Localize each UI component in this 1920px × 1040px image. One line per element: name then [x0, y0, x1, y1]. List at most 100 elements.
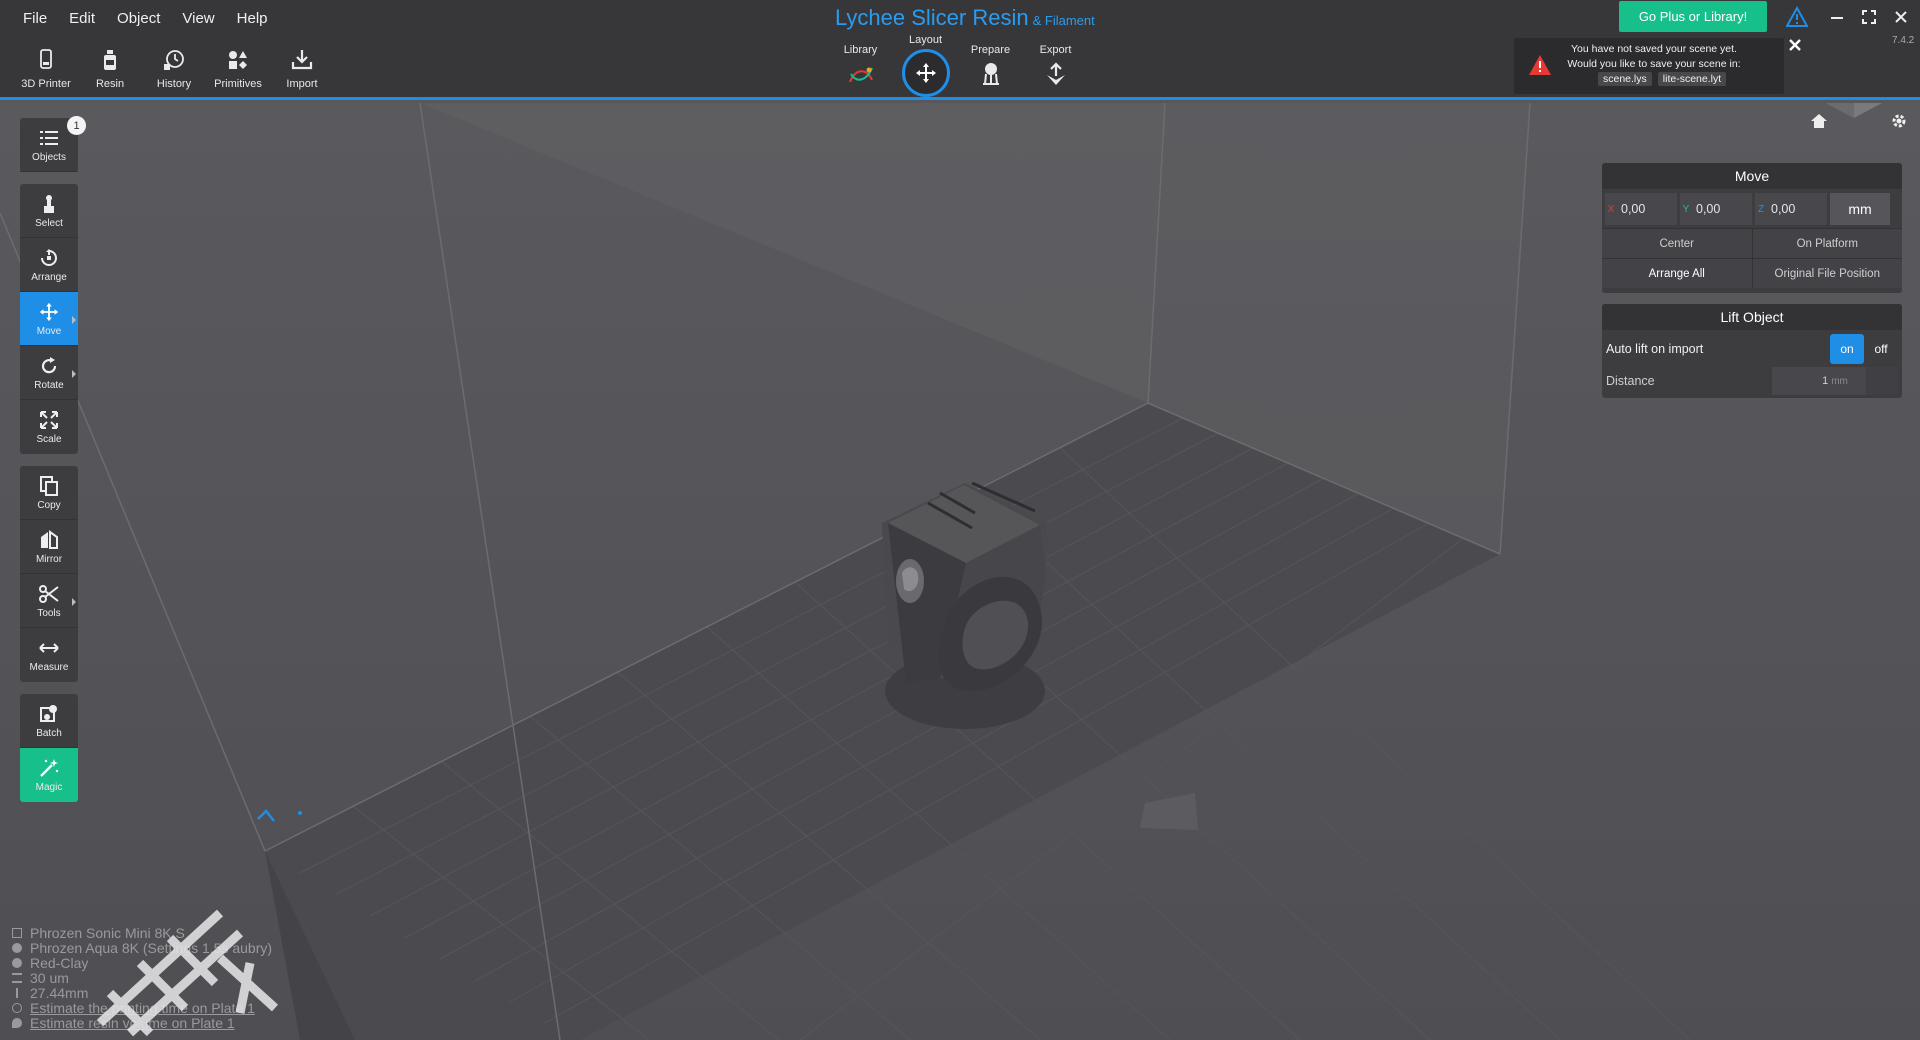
- step-layout[interactable]: Layout: [893, 30, 958, 97]
- close-window-button[interactable]: [1890, 6, 1912, 28]
- lychee-watermark-logo: [96, 909, 279, 1037]
- go-plus-button[interactable]: Go Plus or Library!: [1619, 1, 1767, 32]
- objects-group: Objects 1: [20, 116, 86, 172]
- save-notice-message: You have not saved your scene yet. Would…: [1567, 43, 1741, 70]
- y-value[interactable]: 0,00: [1696, 202, 1720, 216]
- primitives-button[interactable]: Primitives: [206, 48, 270, 90]
- arrange-button[interactable]: Arrange: [20, 238, 78, 292]
- mirror-icon: [41, 529, 58, 549]
- objects-label: Objects: [32, 151, 66, 163]
- 3d-viewport[interactable]: Objects 1 Select Arrange Move Rotate Sca…: [0, 103, 1920, 1040]
- coord-row: X 0,00 Y 0,00 Z 0,00 mm: [1602, 189, 1902, 225]
- import-button[interactable]: Import: [270, 48, 334, 90]
- move-button[interactable]: Move: [20, 292, 78, 346]
- lift-object-panel: Lift Object Auto lift on import on off D…: [1602, 304, 1902, 398]
- printer-small-icon: [12, 927, 22, 938]
- mirror-button[interactable]: Mirror: [20, 520, 78, 574]
- clock-icon: [12, 1002, 22, 1013]
- step-library-label: Library: [843, 44, 878, 56]
- tools-button[interactable]: Tools: [20, 574, 78, 628]
- magic-button[interactable]: Magic: [20, 748, 78, 802]
- save-option-lite-scene[interactable]: lite-scene.lyt: [1657, 72, 1727, 86]
- menu-help[interactable]: Help: [226, 8, 279, 29]
- batch-button[interactable]: Batch: [20, 694, 78, 748]
- toggle-off[interactable]: off: [1864, 334, 1898, 364]
- step-layout-label: Layout: [908, 34, 943, 46]
- toggle-on[interactable]: on: [1830, 334, 1864, 364]
- import-label: Import: [286, 78, 318, 90]
- history-label: History: [156, 78, 192, 90]
- distance-input[interactable]: 1 mm: [1772, 367, 1898, 395]
- step-export[interactable]: Export: [1023, 30, 1088, 97]
- y-axis-label: Y: [1682, 203, 1690, 215]
- maximize-icon: [1862, 10, 1876, 24]
- y-field[interactable]: Y 0,00: [1680, 193, 1752, 225]
- prepare-icon: [982, 63, 999, 85]
- library-icon: [848, 67, 873, 83]
- unit-button[interactable]: mm: [1830, 193, 1890, 225]
- distance-value[interactable]: 1: [1822, 375, 1828, 387]
- menu-bar: File Edit Object View Help: [12, 8, 279, 29]
- step-export-label: Export: [1039, 44, 1072, 56]
- batch-group: Batch Magic: [20, 694, 78, 802]
- select-label: Select: [35, 217, 63, 229]
- move-panel-title: Move: [1602, 163, 1902, 189]
- x-field[interactable]: X 0,00: [1605, 193, 1677, 225]
- layers-icon: [12, 972, 22, 983]
- minimize-icon: [1831, 17, 1843, 19]
- x-value[interactable]: 0,00: [1621, 202, 1645, 216]
- move-arrows-icon: [915, 63, 936, 83]
- mirror-label: Mirror: [35, 553, 63, 565]
- view-settings-button[interactable]: [1890, 112, 1908, 130]
- x-axis-label: X: [1607, 203, 1615, 215]
- scale-button[interactable]: Scale: [20, 400, 78, 454]
- copy-label: Copy: [37, 499, 61, 511]
- distance-stepper[interactable]: [1866, 367, 1898, 395]
- import-icon: [291, 50, 313, 70]
- view-nav-icons: [1810, 112, 1908, 130]
- menu-object[interactable]: Object: [106, 8, 171, 29]
- on-platform-button[interactable]: On Platform: [1752, 228, 1902, 258]
- history-button[interactable]: History: [142, 48, 206, 90]
- close-notice-icon[interactable]: [1788, 38, 1802, 52]
- home-view-button[interactable]: [1810, 112, 1828, 130]
- measure-button[interactable]: Measure: [20, 628, 78, 682]
- distance-row: Distance 1 mm: [1602, 365, 1902, 397]
- height-icon: [16, 987, 22, 998]
- step-prepare[interactable]: Prepare: [958, 30, 1023, 97]
- menu-view[interactable]: View: [171, 8, 225, 29]
- rotate-button[interactable]: Rotate: [20, 346, 78, 400]
- version-label: 7.4.2: [1892, 35, 1915, 46]
- alert-triangle-icon[interactable]: [1786, 6, 1808, 28]
- save-option-scene[interactable]: scene.lys: [1598, 72, 1652, 86]
- menu-file[interactable]: File: [12, 8, 58, 29]
- distance-label: Distance: [1606, 374, 1655, 388]
- arrange-all-button[interactable]: Arrange All: [1602, 258, 1753, 288]
- printer-icon: [40, 49, 52, 69]
- resin-button[interactable]: Resin: [78, 48, 142, 90]
- minimize-button[interactable]: [1826, 6, 1848, 28]
- info-height-text: 27.44mm: [30, 984, 89, 1001]
- distance-unit: mm: [1831, 375, 1848, 387]
- gear-icon: [1892, 114, 1906, 128]
- resin-small-icon: [12, 942, 22, 953]
- z-field[interactable]: Z 0,00: [1755, 193, 1827, 225]
- menu-edit[interactable]: Edit: [58, 8, 106, 29]
- maximize-button[interactable]: [1858, 6, 1880, 28]
- select-button[interactable]: Select: [20, 184, 78, 238]
- tools-submenu-caret: [72, 598, 76, 606]
- z-value[interactable]: 0,00: [1771, 202, 1795, 216]
- printer-button[interactable]: 3D Printer: [14, 48, 78, 90]
- workflow-steps: Library Layout Prepare Export: [828, 30, 1088, 97]
- copy-button[interactable]: Copy: [20, 466, 78, 520]
- rotate-icon: [41, 356, 57, 373]
- printer-label: 3D Printer: [21, 78, 71, 90]
- original-position-button[interactable]: Original File Position: [1752, 258, 1902, 288]
- arrange-icon: [41, 248, 57, 266]
- center-button[interactable]: Center: [1602, 228, 1753, 258]
- magic-label: Magic: [35, 782, 63, 793]
- app-title-text: Lychee Slicer Resin: [835, 5, 1029, 30]
- step-library[interactable]: Library: [828, 30, 893, 97]
- auto-lift-toggle[interactable]: on off: [1830, 334, 1898, 364]
- move-panel: Move X 0,00 Y 0,00 Z 0,00 mm Center On Plat…: [1602, 163, 1902, 293]
